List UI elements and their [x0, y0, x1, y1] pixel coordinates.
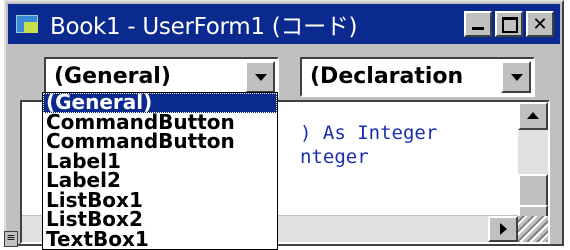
object-combo[interactable]: (General) — [44, 57, 279, 97]
size-grip[interactable] — [518, 216, 548, 242]
procedure-combo[interactable]: (Declaration — [300, 57, 535, 97]
scroll-up-button[interactable] — [518, 102, 548, 130]
code-line: ) As Integer — [300, 122, 438, 144]
title-bar[interactable]: Book1 - UserForm1 (コード) ✕ — [8, 4, 560, 44]
close-icon: ✕ — [532, 13, 548, 35]
object-combo-value: (General) — [54, 64, 171, 89]
excel-vbe-icon[interactable] — [16, 13, 42, 35]
window-title: Book1 - UserForm1 (コード) — [50, 14, 358, 40]
maximize-button[interactable] — [495, 11, 523, 37]
minimize-button[interactable] — [464, 11, 492, 37]
close-button[interactable]: ✕ — [526, 11, 554, 37]
split-view-button[interactable]: ≡ — [4, 231, 18, 247]
scroll-right-button[interactable] — [488, 216, 518, 242]
code-line: nteger — [300, 146, 369, 168]
procedure-combo-value: (Declaration — [310, 64, 464, 89]
object-combo-dropdown-button[interactable] — [245, 61, 275, 93]
object-dropdown-list[interactable]: (General) CommandButton CommandButton La… — [42, 92, 278, 250]
procedure-combo-dropdown-button[interactable] — [501, 61, 531, 93]
dropdown-item-textbox1[interactable]: TextBox1 — [43, 229, 277, 250]
